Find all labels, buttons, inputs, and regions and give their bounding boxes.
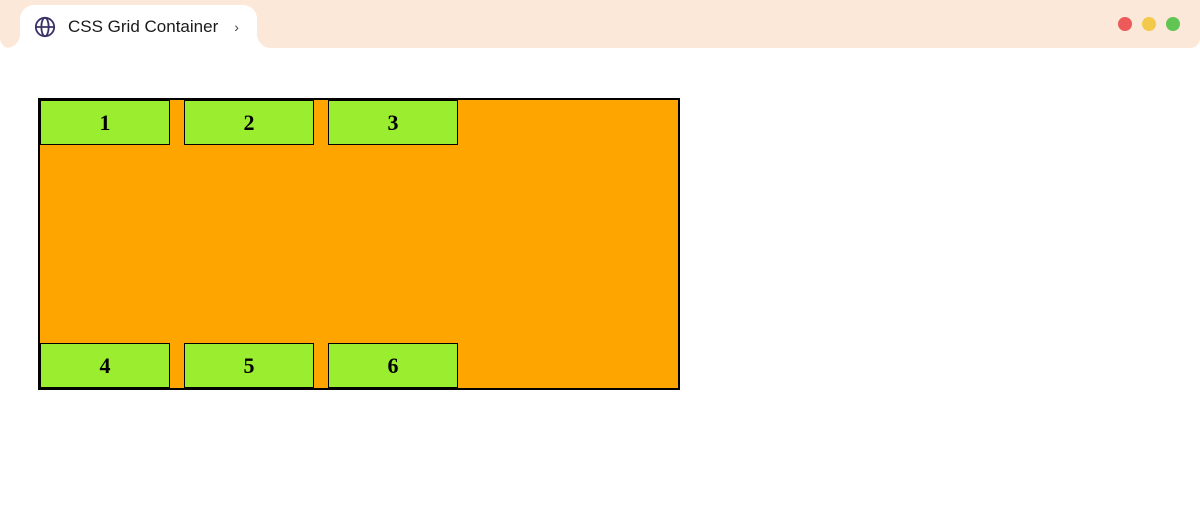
chevron-right-icon: › [234,19,239,35]
grid-item: 4 [40,343,170,388]
window-controls [1118,17,1180,31]
tab-area: CSS Grid Container › [20,0,257,48]
grid-item: 6 [328,343,458,388]
grid-item: 1 [40,100,170,145]
window-close-button[interactable] [1118,17,1132,31]
window-minimize-button[interactable] [1142,17,1156,31]
browser-tab[interactable]: CSS Grid Container › [20,5,257,48]
grid-item: 5 [184,343,314,388]
page-content: 1 2 3 4 5 6 [0,48,1200,390]
globe-icon [34,16,56,38]
tab-title: CSS Grid Container [68,17,218,37]
grid-container: 1 2 3 4 5 6 [38,98,680,390]
window-maximize-button[interactable] [1166,17,1180,31]
grid-item: 2 [184,100,314,145]
grid-item: 3 [328,100,458,145]
browser-tab-bar: CSS Grid Container › [0,0,1200,48]
